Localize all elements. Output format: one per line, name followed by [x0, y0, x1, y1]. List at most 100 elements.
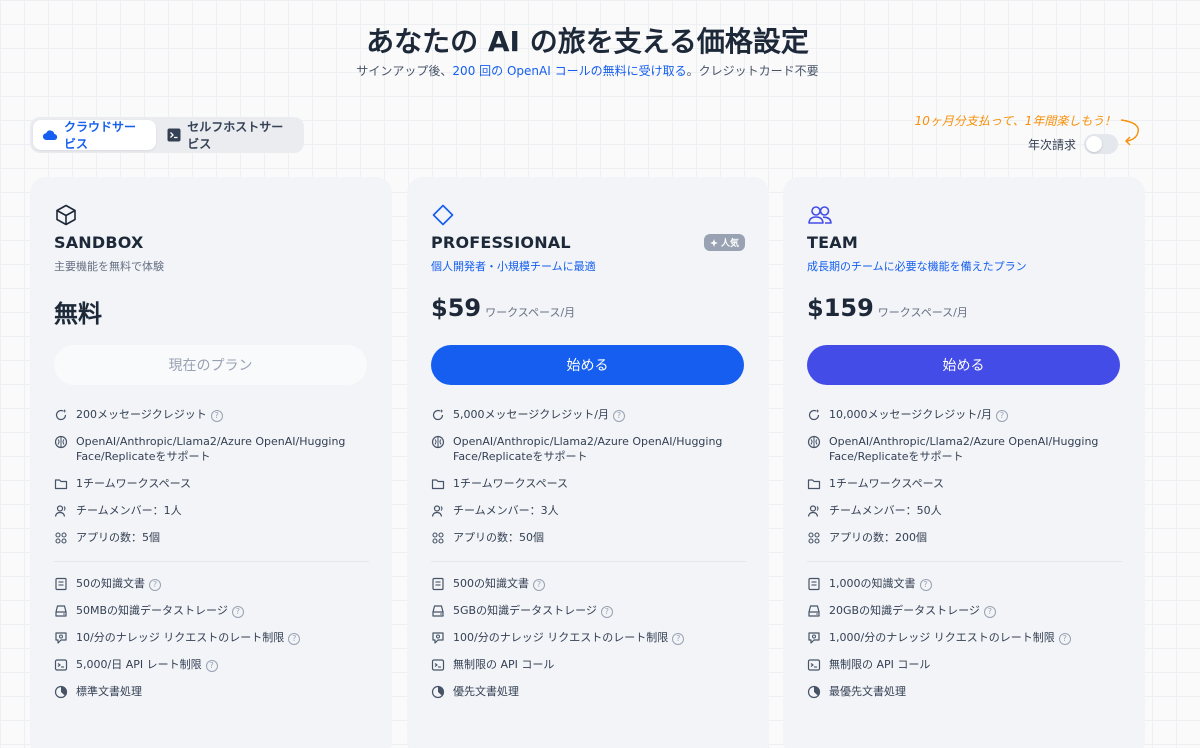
folder-icon [54, 479, 68, 490]
terminal-icon [167, 128, 181, 142]
feature-item: チームメンバー：1人 [54, 503, 369, 518]
feature-item: アプリの数：50個 [431, 530, 746, 545]
start-team-button[interactable]: 始める [807, 345, 1120, 385]
feature-item: 5,000メッセージクレジット/月? [431, 407, 746, 422]
feature-item: 50の知識文書? [54, 576, 369, 591]
curved-arrow-icon [1120, 119, 1139, 146]
sparkle-refresh-icon [55, 409, 67, 421]
plan-description: 主要機能を無料で体験 [54, 260, 164, 273]
brain-icon [807, 435, 821, 449]
help-icon[interactable]: ? [231, 605, 244, 618]
feature-item: 200メッセージクレジット? [54, 407, 369, 422]
help-icon[interactable]: ? [919, 578, 932, 591]
document-icon [55, 577, 67, 591]
apps-grid-icon [808, 532, 820, 544]
diamond-icon [432, 204, 454, 226]
yearly-billing-toggle: 年次請求 [1028, 134, 1119, 154]
apps-grid-icon [432, 532, 444, 544]
feature-item: 1チームワークスペース [54, 476, 369, 491]
help-icon[interactable]: ? [149, 578, 161, 591]
help-icon[interactable]: ? [205, 659, 218, 672]
storage-icon [55, 605, 67, 617]
feature-item: 最優先文書処理 [807, 684, 1122, 699]
user-icon [431, 505, 443, 517]
feature-item: 優先文書処理 [431, 684, 746, 699]
divider [807, 561, 1122, 562]
price-unit: ワークスペース/月 [877, 306, 968, 319]
processing-icon [431, 685, 445, 699]
plan-description: 成長期のチームに必要な機能を備えたプラン [807, 260, 1027, 273]
feature-list: 5,000メッセージクレジット/月? OpenAI/Anthropic/Llam… [431, 407, 746, 711]
help-icon[interactable]: ? [600, 605, 613, 618]
apps-grid-icon [55, 532, 67, 544]
feature-item: 50MBの知識データストレージ? [54, 603, 369, 618]
yearly-billing-label: 年次請求 [1028, 137, 1077, 152]
feature-item: 100/分のナレッジ リクエストのレート制限? [431, 630, 746, 645]
sparkle-refresh-icon [432, 409, 444, 421]
feature-item: 5,000/日 API レート制限? [54, 657, 369, 672]
feature-item: 500の知識文書? [431, 576, 746, 591]
plan-name: SANDBOX [54, 233, 144, 252]
feature-list: 10,000メッセージクレジット/月? OpenAI/Anthropic/Lla… [807, 407, 1122, 711]
user-icon [807, 505, 819, 517]
help-icon[interactable]: ? [533, 578, 545, 591]
feature-item: 無制限の API コール [431, 657, 746, 672]
free-calls-highlight: 200 回の OpenAI コールの無料に受け取る [452, 64, 687, 78]
plan-price: $59 ワークスペース/月 [431, 294, 575, 322]
sparkle-icon [709, 238, 718, 247]
feature-item: OpenAI/Anthropic/Llama2/Azure OpenAI/Hug… [431, 434, 746, 464]
feature-item: 1,000/分のナレッジ リクエストのレート制限? [807, 630, 1122, 645]
help-icon[interactable]: ? [672, 632, 685, 645]
feature-item: OpenAI/Anthropic/Llama2/Azure OpenAI/Hug… [54, 434, 369, 464]
switch-knob [1086, 136, 1103, 152]
processing-icon [807, 685, 821, 699]
document-icon [808, 577, 820, 591]
yearly-billing-switch[interactable] [1084, 134, 1119, 154]
feature-item: 10,000メッセージクレジット/月? [807, 407, 1122, 422]
feature-item: アプリの数：200個 [807, 530, 1122, 545]
plan-card-team: TEAM 成長期のチームに必要な機能を備えたプラン $159 ワークスペース/月… [783, 177, 1145, 748]
feature-list: 200メッセージクレジット? OpenAI/Anthropic/Llama2/A… [54, 407, 369, 711]
feature-item: 10/分のナレッジ リクエストのレート制限? [54, 630, 369, 645]
tab-cloud-service[interactable]: クラウドサービス [33, 120, 157, 151]
help-icon[interactable]: ? [1058, 632, 1071, 645]
cloud-icon [42, 130, 58, 141]
feature-item: 無制限の API コール [807, 657, 1122, 672]
feature-item: 標準文書処理 [54, 684, 369, 699]
storage-icon [432, 605, 444, 617]
current-plan-button[interactable]: 現在のプラン [54, 345, 367, 385]
popular-badge: 人気 [703, 234, 745, 251]
folder-icon [807, 479, 821, 490]
help-icon[interactable]: ? [995, 409, 1008, 422]
yearly-promo-text: 10ヶ月分支払って、1年間楽しもう！ [914, 114, 1116, 128]
page-title: あなたの AI の旅を支える価格設定 [366, 25, 809, 58]
help-icon[interactable]: ? [288, 632, 301, 645]
plan-description: 個人開発者・小規模チームに最適 [431, 260, 596, 273]
search-rate-icon [432, 632, 444, 644]
plan-name: TEAM [807, 233, 858, 252]
brain-icon [54, 435, 68, 449]
storage-icon [808, 605, 820, 617]
user-icon [54, 505, 66, 517]
start-professional-button[interactable]: 始める [431, 345, 744, 385]
divider [54, 561, 369, 562]
search-rate-icon [808, 632, 820, 644]
sparkle-refresh-icon [808, 409, 820, 421]
folder-icon [431, 479, 445, 490]
help-icon[interactable]: ? [612, 409, 625, 422]
brain-icon [431, 435, 445, 449]
plan-price: 無料 [54, 300, 102, 328]
plan-price: $159 ワークスペース/月 [807, 294, 968, 322]
feature-item: 20GBの知識データストレージ? [807, 603, 1122, 618]
price-amount: $159 [807, 294, 874, 322]
tab-self-hosted-service[interactable]: セルフホストサービス [158, 120, 301, 151]
plan-card-sandbox: SANDBOX 主要機能を無料で体験 無料 現在のプラン 200メッセージクレジ… [30, 177, 392, 748]
help-icon[interactable]: ? [983, 605, 996, 618]
feature-item: 5GBの知識データストレージ? [431, 603, 746, 618]
feature-item: アプリの数：5個 [54, 530, 369, 545]
feature-item: 1チームワークスペース [431, 476, 746, 491]
help-icon[interactable]: ? [210, 409, 223, 422]
feature-item: 1チームワークスペース [807, 476, 1122, 491]
search-rate-icon [55, 632, 67, 644]
cube-icon [56, 204, 76, 226]
